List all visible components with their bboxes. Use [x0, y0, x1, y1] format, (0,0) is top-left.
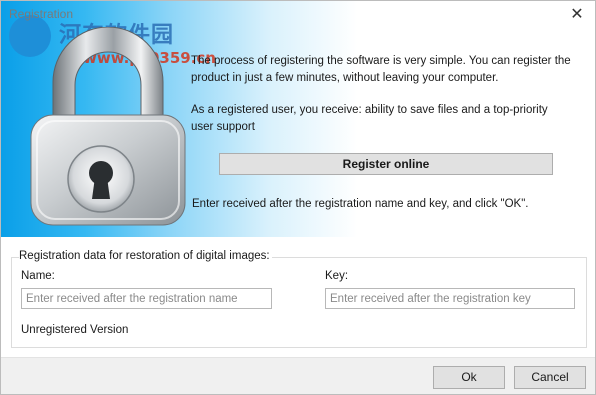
- name-input[interactable]: [21, 288, 272, 309]
- key-input[interactable]: [325, 288, 575, 309]
- close-icon[interactable]: ✕: [565, 5, 589, 25]
- key-label: Key:: [325, 270, 349, 282]
- name-label: Name:: [21, 270, 55, 282]
- register-online-button[interactable]: Register online: [219, 153, 553, 175]
- instruction-text: Enter received after the registration na…: [192, 198, 529, 210]
- ok-button[interactable]: Ok: [433, 366, 505, 389]
- title-bar: Registration ✕: [1, 1, 595, 29]
- intro-paragraph-1: The process of registering the software …: [191, 55, 571, 84]
- cancel-button[interactable]: Cancel: [514, 366, 586, 389]
- registration-status: Unregistered Version: [21, 324, 129, 336]
- group-title: Registration data for restoration of dig…: [19, 250, 272, 262]
- registration-dialog: 河东软件园 www.pc0359.cn Registration ✕: [0, 0, 596, 395]
- window-title: Registration: [9, 7, 74, 21]
- dialog-footer: Ok Cancel: [1, 357, 595, 394]
- padlock-icon: [30, 27, 186, 226]
- intro-paragraph-2: As a registered user, you receive: abili…: [191, 104, 548, 133]
- intro-text: The process of registering the software …: [191, 53, 571, 151]
